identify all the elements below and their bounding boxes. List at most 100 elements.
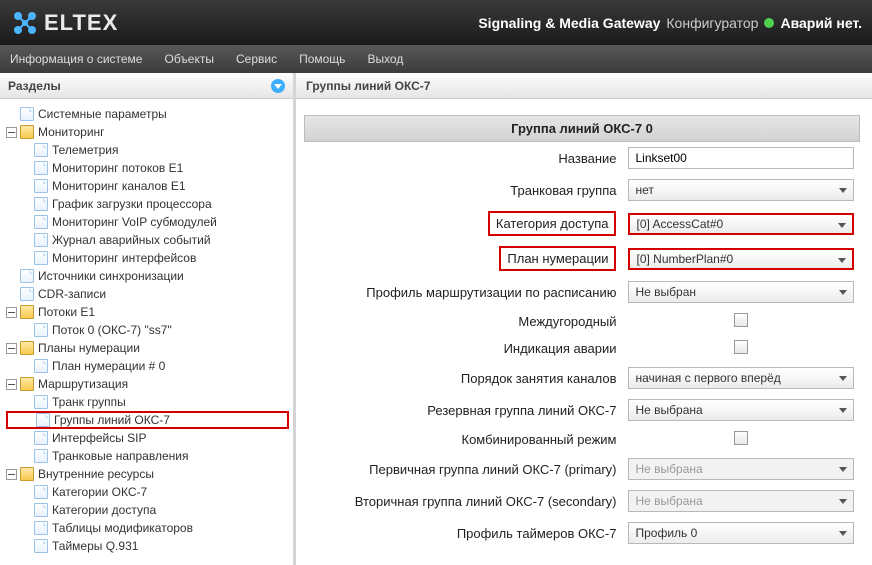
select[interactable]: Не выбрана xyxy=(628,399,854,421)
folder-icon xyxy=(20,341,34,355)
menu-help[interactable]: Помощь xyxy=(299,52,345,66)
page-icon xyxy=(34,485,48,499)
tree-item[interactable]: Мониторинг VoIP субмодулей xyxy=(6,213,289,231)
select: Не выбрана xyxy=(628,490,854,512)
folder-icon xyxy=(20,305,34,319)
tree-item[interactable]: Телеметрия xyxy=(6,141,289,159)
tree-item[interactable]: Журнал аварийных событий xyxy=(6,231,289,249)
sidebar-title: Разделы xyxy=(8,79,61,93)
tree-item[interactable]: Группы линий ОКС-7 xyxy=(6,411,289,429)
tree-item[interactable]: Маршрутизация xyxy=(6,375,289,393)
tree-item[interactable]: Транк группы xyxy=(6,393,289,411)
main-panel: Группы линий ОКС-7 Группа линий ОКС-7 0 … xyxy=(296,73,872,565)
navigation-tree: Системные параметрыМониторингТелеметрияМ… xyxy=(0,99,293,561)
tree-item[interactable]: Категории ОКС-7 xyxy=(6,483,289,501)
tree-label: Категории ОКС-7 xyxy=(52,483,147,501)
page-icon xyxy=(34,323,48,337)
product-name: Signaling & Media Gateway xyxy=(478,15,660,31)
menu-exit[interactable]: Выход xyxy=(367,52,403,66)
field-label: Транковая группа xyxy=(510,183,616,198)
page-icon xyxy=(34,449,48,463)
tree-label: Таймеры Q.931 xyxy=(52,537,138,555)
menu-objects[interactable]: Объекты xyxy=(164,52,214,66)
tree-item[interactable]: График загрузки процессора xyxy=(6,195,289,213)
tree-label: Транк группы xyxy=(52,393,126,411)
field-label: Резервная группа линий ОКС-7 xyxy=(427,403,616,418)
field-label: Профиль маршрутизации по расписанию xyxy=(366,285,616,300)
tree-label: Мониторинг xyxy=(38,123,105,141)
tree-item[interactable]: Потоки E1 xyxy=(6,303,289,321)
field-label: План нумерации xyxy=(499,246,616,271)
tree-label: Журнал аварийных событий xyxy=(52,231,211,249)
tree-item[interactable]: Мониторинг потоков E1 xyxy=(6,159,289,177)
tree-label: Маршрутизация xyxy=(38,375,128,393)
toggle-icon[interactable] xyxy=(6,379,17,390)
page-icon xyxy=(36,413,50,427)
checkbox[interactable] xyxy=(734,340,748,354)
tree-item[interactable]: Мониторинг каналов E1 xyxy=(6,177,289,195)
select[interactable]: Не выбран xyxy=(628,281,854,303)
toggle-icon[interactable] xyxy=(6,469,17,480)
tree-label: Транковые направления xyxy=(52,447,188,465)
status-text: Аварий нет. xyxy=(780,15,862,31)
page-icon xyxy=(20,287,34,301)
tree-label: График загрузки процессора xyxy=(52,195,212,213)
status-indicator-icon xyxy=(764,18,774,28)
menu-bar: Информация о системе Объекты Сервис Помо… xyxy=(0,45,872,73)
tree-item[interactable]: Планы нумерации xyxy=(6,339,289,357)
tree-item[interactable]: CDR-записи xyxy=(6,285,289,303)
menu-system-info[interactable]: Информация о системе xyxy=(10,52,142,66)
toggle-icon[interactable] xyxy=(6,307,17,318)
tree-label: Мониторинг VoIP субмодулей xyxy=(52,213,217,231)
brand-text: ELTEX xyxy=(44,10,118,36)
sidebar: Разделы Системные параметрыМониторингТел… xyxy=(0,73,296,565)
form-table: НазваниеТранковая группанетКатегория дос… xyxy=(304,142,860,549)
tree-item[interactable]: Системные параметры xyxy=(6,105,289,123)
select[interactable]: [0] AccessCat#0 xyxy=(628,213,854,235)
tree-label: Планы нумерации xyxy=(38,339,140,357)
top-bar: ELTEX Signaling & Media Gateway Конфигур… xyxy=(0,0,872,45)
folder-icon xyxy=(20,377,34,391)
page-icon xyxy=(20,269,34,283)
toggle-icon[interactable] xyxy=(6,127,17,138)
tree-label: Системные параметры xyxy=(38,105,167,123)
checkbox[interactable] xyxy=(734,313,748,327)
checkbox[interactable] xyxy=(734,431,748,445)
page-icon xyxy=(20,107,34,121)
page-icon xyxy=(34,539,48,553)
tree-label: План нумерации # 0 xyxy=(52,357,165,375)
tree-item[interactable]: Мониторинг интерфейсов xyxy=(6,249,289,267)
tree-item[interactable]: Таймеры Q.931 xyxy=(6,537,289,555)
folder-icon xyxy=(20,125,34,139)
tree-item[interactable]: Интерфейсы SIP xyxy=(6,429,289,447)
tree-item[interactable]: Транковые направления xyxy=(6,447,289,465)
product-subtitle: Конфигуратор xyxy=(666,15,758,31)
tree-item[interactable]: Поток 0 (ОКС-7) "ss7" xyxy=(6,321,289,339)
tree-item[interactable]: Категории доступа xyxy=(6,501,289,519)
collapse-icon[interactable] xyxy=(271,79,285,93)
toggle-icon[interactable] xyxy=(6,343,17,354)
select[interactable]: начиная с первого вперёд xyxy=(628,367,854,389)
tree-item[interactable]: Источники синхронизации xyxy=(6,267,289,285)
header-right: Signaling & Media Gateway Конфигуратор А… xyxy=(478,15,862,31)
tree-item[interactable]: План нумерации # 0 xyxy=(6,357,289,375)
field-label: Категория доступа xyxy=(488,211,617,236)
field-label: Вторичная группа линий ОКС-7 (secondary) xyxy=(355,494,617,509)
page-icon xyxy=(34,431,48,445)
field-label: Порядок занятия каналов xyxy=(461,371,617,386)
menu-service[interactable]: Сервис xyxy=(236,52,277,66)
text-input[interactable] xyxy=(628,147,854,169)
page-icon xyxy=(34,161,48,175)
tree-item[interactable]: Таблицы модификаторов xyxy=(6,519,289,537)
select[interactable]: Профиль 0 xyxy=(628,522,854,544)
tree-label: Категории доступа xyxy=(52,501,156,519)
logo-icon xyxy=(10,8,40,38)
select[interactable]: нет xyxy=(628,179,854,201)
tree-item[interactable]: Внутренние ресурсы xyxy=(6,465,289,483)
page-icon xyxy=(34,197,48,211)
tree-label: Поток 0 (ОКС-7) "ss7" xyxy=(52,321,172,339)
tree-item[interactable]: Мониторинг xyxy=(6,123,289,141)
tree-label: Потоки E1 xyxy=(38,303,95,321)
page-icon xyxy=(34,395,48,409)
select[interactable]: [0] NumberPlan#0 xyxy=(628,248,854,270)
